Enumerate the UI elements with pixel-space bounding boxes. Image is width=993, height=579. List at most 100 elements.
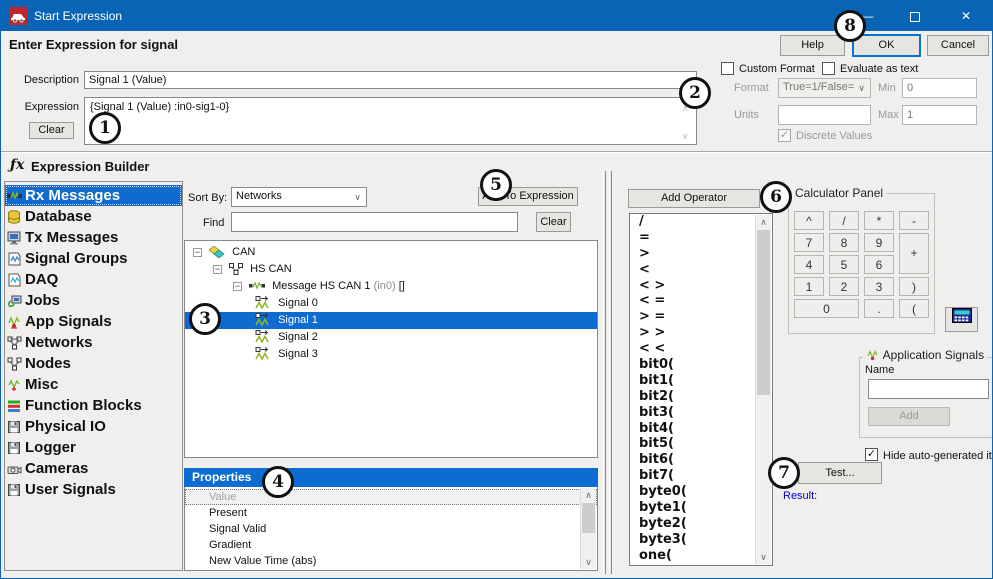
- sidebar-item-daq[interactable]: DAQ: [5, 269, 182, 290]
- scroll-down-icon[interactable]: ∨: [756, 550, 771, 564]
- collapse-icon[interactable]: −: [213, 265, 222, 274]
- calc-key-6[interactable]: 6: [864, 255, 894, 274]
- clear-expression-button[interactable]: Clear: [29, 122, 74, 139]
- sidebar-item-networks[interactable]: Networks: [5, 332, 182, 353]
- sidebar-item-signal-groups[interactable]: Signal Groups: [5, 248, 182, 269]
- scroll-up-icon[interactable]: ∧: [756, 215, 771, 229]
- calc-key-7[interactable]: 7: [794, 233, 824, 252]
- scroll-down-icon[interactable]: ∨: [581, 555, 596, 569]
- evaluate-as-text-checkbox[interactable]: [822, 62, 835, 75]
- operator-item[interactable]: <: [630, 262, 772, 278]
- operator-item[interactable]: bit6(: [630, 452, 772, 468]
- sidebar-item-misc[interactable]: Misc: [5, 374, 182, 395]
- calc-key-caret[interactable]: ^: [794, 211, 824, 230]
- calc-key-9[interactable]: 9: [864, 233, 894, 252]
- calc-key-2[interactable]: 2: [829, 277, 859, 296]
- property-item-present[interactable]: Present: [185, 505, 597, 521]
- collapse-icon[interactable]: −: [193, 248, 202, 257]
- vertical-splitter-handle[interactable]: [609, 171, 612, 574]
- description-input[interactable]: [84, 71, 697, 89]
- tree-node-signal-0[interactable]: Signal 0: [185, 295, 597, 312]
- sidebar-item-physical-io[interactable]: Physical IO: [5, 416, 182, 437]
- maximize-button[interactable]: [891, 1, 938, 31]
- sidebar-item-rx-messages[interactable]: Rx Messages: [5, 185, 182, 206]
- calc-key-0[interactable]: 0: [794, 299, 859, 318]
- operator-item[interactable]: > >: [630, 325, 772, 341]
- operator-item[interactable]: byte3(: [630, 532, 772, 548]
- operator-item[interactable]: bit4(: [630, 421, 772, 437]
- property-item-gradient[interactable]: Gradient: [185, 537, 597, 553]
- help-button[interactable]: Help: [780, 35, 845, 56]
- operator-item[interactable]: =: [630, 230, 772, 246]
- sidebar-item-nodes[interactable]: Nodes: [5, 353, 182, 374]
- sidebar-item-logger[interactable]: Logger: [5, 437, 182, 458]
- operator-item[interactable]: byte2(: [630, 516, 772, 532]
- scroll-up-icon[interactable]: ∧: [581, 488, 596, 502]
- cancel-button[interactable]: Cancel: [927, 35, 989, 56]
- sidebar-item-database[interactable]: Database: [5, 206, 182, 227]
- tree-node-hs-can[interactable]: − HS CAN: [185, 261, 597, 278]
- properties-scrollbar[interactable]: ∧ ∨: [580, 488, 596, 569]
- operator-item[interactable]: < >: [630, 278, 772, 294]
- property-item-signal-valid[interactable]: Signal Valid: [185, 521, 597, 537]
- calc-key-3[interactable]: 3: [864, 277, 894, 296]
- operator-item[interactable]: >: [630, 246, 772, 262]
- tree-node-message-hs-can-1[interactable]: − Message HS CAN 1 (in0) []: [185, 278, 597, 295]
- calc-key-close-paren[interactable]: ): [899, 277, 929, 296]
- calculator-toggle-button[interactable]: [945, 307, 978, 332]
- calc-key-open-paren[interactable]: (: [899, 299, 929, 318]
- calc-key-plus[interactable]: +: [899, 233, 929, 274]
- operator-item[interactable]: < <: [630, 341, 772, 357]
- scrollbar-thumb[interactable]: [757, 230, 770, 395]
- sidebar-item-function-blocks[interactable]: Function Blocks: [5, 395, 182, 416]
- close-button[interactable]: ✕: [938, 1, 993, 31]
- calc-key-divide[interactable]: /: [829, 211, 859, 230]
- sort-by-dropdown[interactable]: Networks ∨: [231, 187, 367, 207]
- expression-input[interactable]: {Signal 1 (Value) :in0-sig1-0}: [84, 97, 697, 145]
- tree-node-signal-1[interactable]: Signal 1: [185, 312, 597, 329]
- operator-item[interactable]: /: [630, 214, 772, 230]
- max-input[interactable]: [902, 105, 977, 125]
- operator-item[interactable]: byte0(: [630, 484, 772, 500]
- tree-node-can[interactable]: − CAN: [185, 244, 597, 261]
- discrete-values-checkbox[interactable]: ✓: [778, 129, 791, 142]
- calc-key-4[interactable]: 4: [794, 255, 824, 274]
- operator-item[interactable]: bit7(: [630, 468, 772, 484]
- expression-scroll-down-icon[interactable]: ∨: [682, 131, 689, 142]
- property-item-new-value-time[interactable]: New Value Time (abs): [185, 553, 597, 569]
- units-input[interactable]: [778, 105, 871, 125]
- calc-key-multiply[interactable]: *: [864, 211, 894, 230]
- add-operator-button[interactable]: Add Operator: [628, 189, 760, 208]
- operator-item[interactable]: bit2(: [630, 389, 772, 405]
- app-signal-name-input[interactable]: [868, 379, 989, 399]
- test-button[interactable]: Test...: [798, 462, 882, 484]
- operator-item[interactable]: bit0(: [630, 357, 772, 373]
- tree-node-signal-2[interactable]: Signal 2: [185, 329, 597, 346]
- collapse-icon[interactable]: −: [233, 282, 242, 291]
- operator-scrollbar[interactable]: ∧ ∨: [755, 215, 771, 564]
- calc-key-minus[interactable]: -: [899, 211, 929, 230]
- property-item-value[interactable]: Value: [185, 489, 597, 505]
- operator-item[interactable]: bit3(: [630, 405, 772, 421]
- add-app-signal-button[interactable]: Add: [868, 407, 950, 426]
- sidebar-item-tx-messages[interactable]: Tx Messages: [5, 227, 182, 248]
- find-input[interactable]: [231, 212, 518, 232]
- sidebar-item-app-signals[interactable]: App Signals: [5, 311, 182, 332]
- operator-item[interactable]: bit1(: [630, 373, 772, 389]
- sidebar-item-cameras[interactable]: Cameras: [5, 458, 182, 479]
- vertical-splitter[interactable]: [603, 171, 606, 574]
- scrollbar-thumb[interactable]: [582, 503, 595, 533]
- operator-item[interactable]: one(: [630, 548, 772, 564]
- find-clear-button[interactable]: Clear: [536, 212, 571, 232]
- operator-item[interactable]: > =: [630, 309, 772, 325]
- calc-key-decimal[interactable]: .: [864, 299, 894, 318]
- calc-key-1[interactable]: 1: [794, 277, 824, 296]
- custom-format-checkbox[interactable]: [721, 62, 734, 75]
- min-input[interactable]: [902, 78, 977, 98]
- operator-item[interactable]: bit5(: [630, 436, 772, 452]
- calc-key-5[interactable]: 5: [829, 255, 859, 274]
- sidebar-item-user-signals[interactable]: User Signals: [5, 479, 182, 500]
- ok-button[interactable]: OK: [852, 34, 921, 57]
- operator-item[interactable]: < =: [630, 293, 772, 309]
- sidebar-item-jobs[interactable]: Jobs: [5, 290, 182, 311]
